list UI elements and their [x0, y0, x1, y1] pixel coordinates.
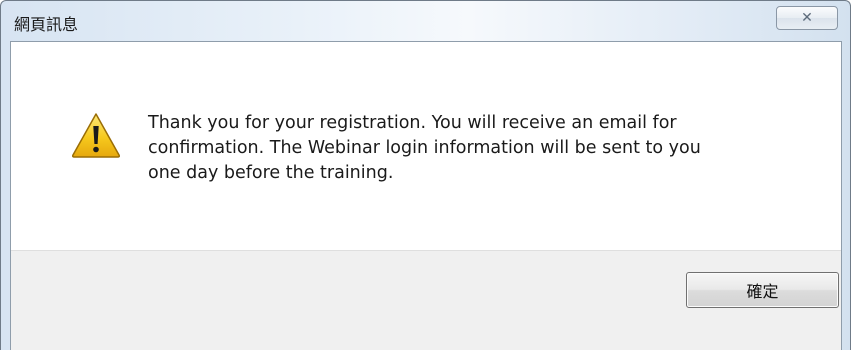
ok-button[interactable]: 確定 — [686, 272, 839, 308]
message-area: Thank you for your registration. You wil… — [11, 42, 841, 250]
close-button[interactable]: ✕ — [776, 6, 838, 30]
dialog-client-area: Thank you for your registration. You wil… — [10, 41, 842, 350]
close-icon: ✕ — [801, 10, 813, 26]
message-text: Thank you for your registration. You wil… — [148, 111, 808, 186]
message-line: Thank you for your registration. You wil… — [148, 113, 677, 133]
message-line: confirmation. The Webinar login informat… — [148, 138, 701, 158]
button-footer: 確定 — [11, 250, 841, 350]
message-line: one day before the training. — [148, 163, 394, 183]
dialog-window: 網頁訊息 ✕ Thank you for your registration. … — [0, 0, 851, 350]
title-bar[interactable]: 網頁訊息 ✕ — [1, 1, 850, 41]
window-title: 網頁訊息 — [14, 15, 79, 34]
warning-icon — [71, 113, 121, 158]
